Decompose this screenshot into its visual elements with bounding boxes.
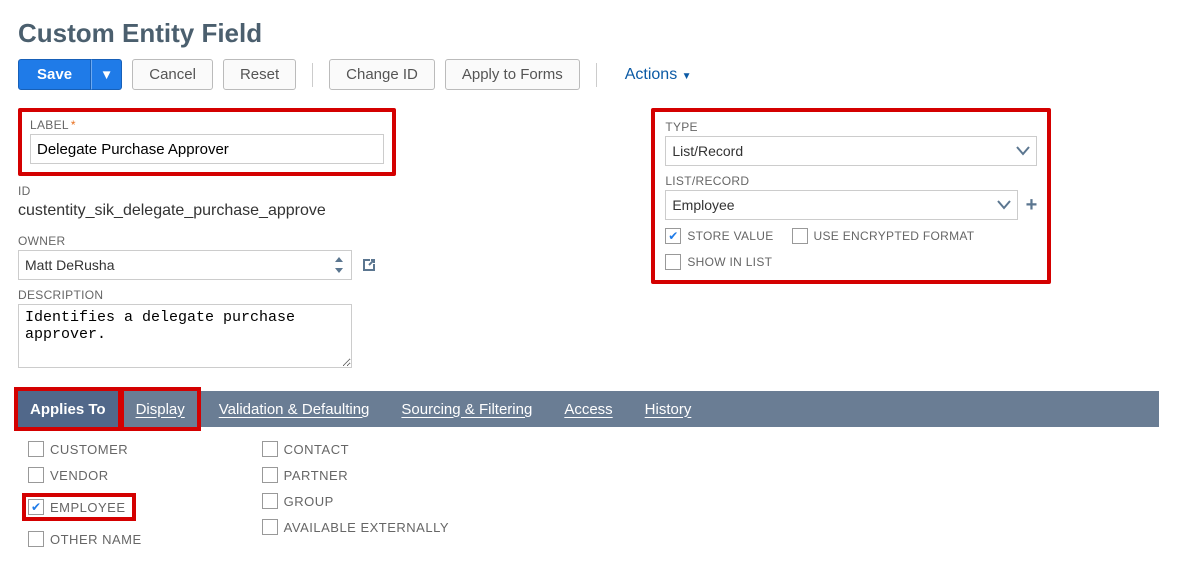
save-button[interactable]: Save	[18, 59, 91, 90]
label-field-label: LABEL*	[30, 118, 384, 132]
applies-vendor-checkbox[interactable]	[28, 467, 44, 483]
tab-sourcing[interactable]: Sourcing & Filtering	[385, 391, 548, 427]
applies-partner-label: PARTNER	[284, 468, 348, 483]
tab-display[interactable]: Display	[124, 391, 197, 427]
listrecord-select[interactable]: Employee	[665, 190, 1017, 220]
applies-vendor-label: VENDOR	[50, 468, 109, 483]
actions-menu[interactable]: Actions ▼	[625, 66, 692, 84]
highlight-tab-display: Display	[120, 387, 201, 431]
open-record-icon[interactable]	[360, 256, 378, 274]
highlight-tab-applies-to: Applies To	[14, 387, 122, 431]
applies-contact-checkbox[interactable]	[262, 441, 278, 457]
store-value-checkbox[interactable]	[665, 228, 681, 244]
add-listrecord-icon[interactable]: +	[1026, 194, 1038, 217]
description-textarea[interactable]	[18, 304, 352, 368]
show-in-list-checkbox[interactable]	[665, 254, 681, 270]
tab-history[interactable]: History	[629, 391, 708, 427]
double-caret-icon	[333, 257, 345, 273]
highlight-employee: EMPLOYEE	[22, 493, 136, 521]
applies-other-name-label: OTHER NAME	[50, 532, 142, 547]
id-field-label: ID	[18, 184, 611, 198]
actions-menu-label: Actions	[625, 66, 677, 83]
use-encrypted-checkbox[interactable]	[792, 228, 808, 244]
applies-available-externally-label: AVAILABLE EXTERNALLY	[284, 520, 449, 535]
owner-select[interactable]: Matt DeRusha	[18, 250, 352, 280]
applies-partner-checkbox[interactable]	[262, 467, 278, 483]
applies-customer-label: CUSTOMER	[50, 442, 128, 457]
applies-employee-label: EMPLOYEE	[50, 500, 126, 515]
tab-access[interactable]: Access	[548, 391, 628, 427]
cancel-button[interactable]: Cancel	[132, 59, 213, 90]
reset-button[interactable]: Reset	[223, 59, 296, 90]
highlight-label-box: LABEL*	[18, 108, 396, 176]
owner-field-label: OWNER	[18, 234, 611, 248]
caret-down-icon	[997, 200, 1011, 210]
applies-contact-label: CONTACT	[284, 442, 349, 457]
type-field-label: TYPE	[665, 120, 1037, 134]
id-value: custentity_sik_delegate_purchase_approve	[18, 200, 611, 226]
applies-group-label: GROUP	[284, 494, 334, 509]
store-value-label: STORE VALUE	[687, 229, 773, 243]
toolbar: Save ▼ Cancel Reset Change ID Apply to F…	[18, 59, 1159, 90]
applies-group-checkbox[interactable]	[262, 493, 278, 509]
label-input[interactable]	[30, 134, 384, 164]
caret-down-icon: ▼	[682, 71, 692, 82]
show-in-list-label: SHOW IN LIST	[687, 255, 772, 269]
change-id-button[interactable]: Change ID	[329, 59, 435, 90]
apply-to-forms-button[interactable]: Apply to Forms	[445, 59, 580, 90]
description-field-label: DESCRIPTION	[18, 288, 611, 302]
caret-down-icon	[1016, 146, 1030, 156]
listrecord-field-label: LIST/RECORD	[665, 174, 1037, 188]
separator	[312, 63, 313, 87]
owner-select-value: Matt DeRusha	[25, 257, 114, 273]
page-title: Custom Entity Field	[18, 18, 1159, 49]
separator	[596, 63, 597, 87]
type-select-value: List/Record	[672, 143, 743, 159]
applies-to-panel: CUSTOMER VENDOR EMPLOYEE OTHER NAME CONT…	[18, 427, 1159, 561]
applies-available-externally-checkbox[interactable]	[262, 519, 278, 535]
type-select[interactable]: List/Record	[665, 136, 1037, 166]
use-encrypted-label: USE ENCRYPTED FORMAT	[814, 229, 975, 243]
applies-other-name-checkbox[interactable]	[28, 531, 44, 547]
save-dropdown-button[interactable]: ▼	[91, 59, 122, 90]
tab-applies-to[interactable]: Applies To	[18, 391, 118, 427]
tab-validation[interactable]: Validation & Defaulting	[203, 391, 386, 427]
highlight-type-box: TYPE List/Record LIST/RECORD Employee +	[651, 108, 1051, 284]
applies-customer-checkbox[interactable]	[28, 441, 44, 457]
tab-bar: Applies To Display Validation & Defaulti…	[18, 391, 1159, 427]
caret-down-icon: ▼	[100, 67, 113, 82]
applies-employee-checkbox[interactable]	[28, 499, 44, 515]
listrecord-select-value: Employee	[672, 197, 734, 213]
